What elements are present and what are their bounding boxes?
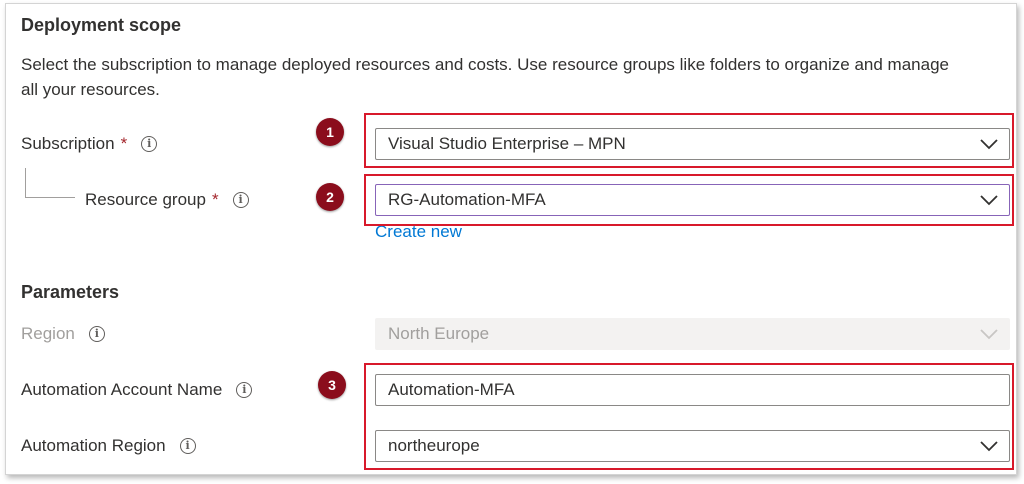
info-icon[interactable]: i — [236, 382, 253, 398]
annotation-badge-2: 2 — [316, 183, 344, 211]
resource-group-label-text: Resource group — [85, 190, 206, 209]
highlight-box-subscription — [364, 113, 1014, 168]
tree-connector-horizontal — [25, 197, 75, 198]
annotation-badge-1: 1 — [316, 118, 344, 146]
deployment-scope-description: Select the subscription to manage deploy… — [21, 55, 949, 99]
info-icon[interactable]: i — [88, 326, 105, 342]
chevron-down-icon — [980, 329, 998, 340]
deployment-form-panel: Deployment scope Select the subscription… — [5, 3, 1017, 475]
annotation-badge-3: 3 — [318, 371, 346, 399]
subscription-label-text: Subscription — [21, 134, 115, 153]
resource-group-label: Resource group * i — [85, 190, 249, 210]
automation-account-name-label: Automation Account Name i — [21, 380, 253, 400]
highlight-box-resource-group — [364, 174, 1014, 226]
subscription-label: Subscription * i — [21, 134, 158, 154]
region-label-text: Region — [21, 324, 75, 343]
automation-account-name-label-text: Automation Account Name — [21, 380, 223, 399]
info-icon[interactable]: i — [232, 192, 249, 208]
tree-connector-vertical — [25, 168, 26, 198]
section-title-deployment-scope: Deployment scope — [21, 15, 182, 35]
region-value: North Europe — [388, 324, 490, 343]
automation-region-label-text: Automation Region — [21, 436, 166, 455]
region-label: Region i — [21, 324, 105, 344]
automation-region-label: Automation Region i — [21, 436, 196, 456]
highlight-box-automation — [364, 363, 1014, 470]
required-asterisk: * — [211, 190, 219, 209]
info-icon[interactable]: i — [179, 438, 196, 454]
required-asterisk: * — [120, 134, 128, 153]
region-dropdown: North Europe — [375, 318, 1010, 350]
info-icon[interactable]: i — [141, 136, 158, 152]
section-title-parameters: Parameters — [21, 282, 120, 302]
